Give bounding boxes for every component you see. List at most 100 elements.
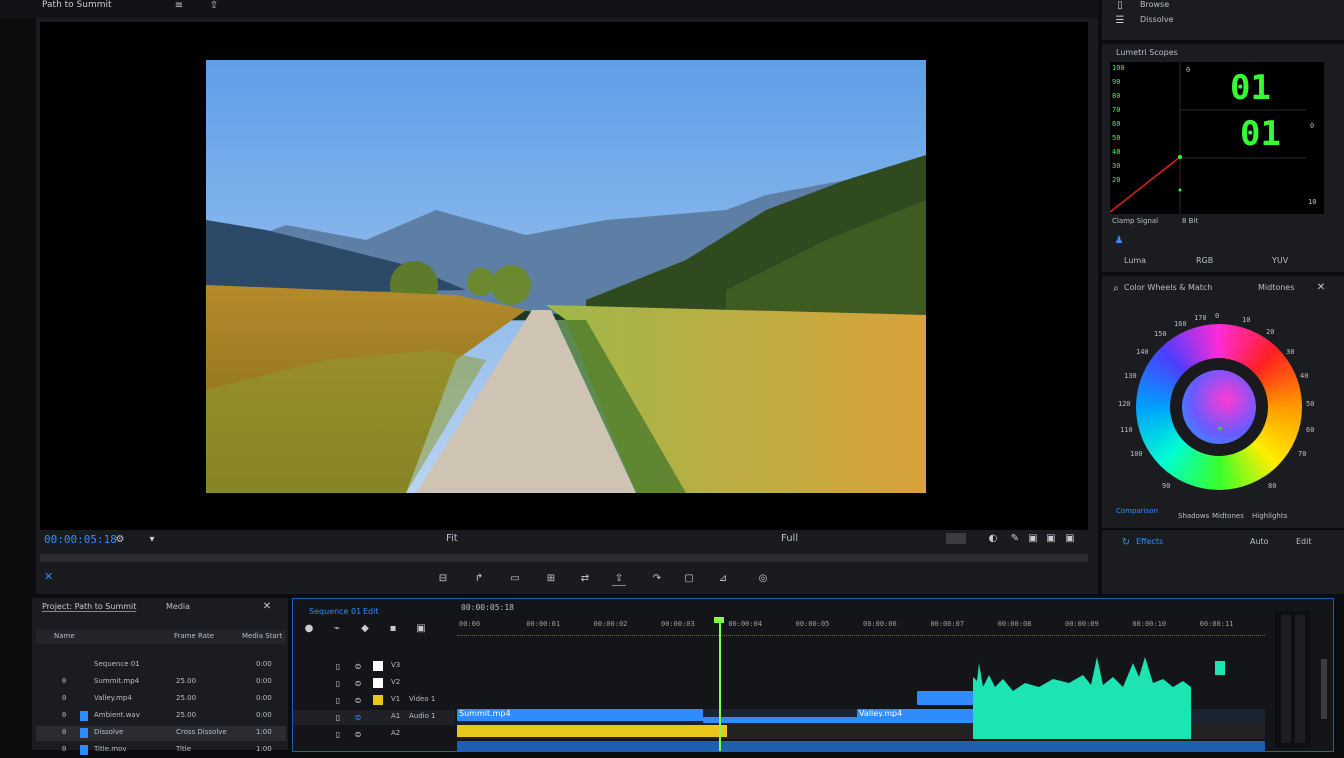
close-icon[interactable]: ✕ xyxy=(1314,280,1328,294)
clip-thumb-icon xyxy=(80,694,88,704)
playhead[interactable] xyxy=(719,619,721,751)
track-toggle-icon[interactable] xyxy=(373,729,383,739)
track-header[interactable]: ▯ ⊜ V1 Video 1 xyxy=(293,693,455,708)
sync-icon[interactable]: ⊜ xyxy=(353,677,363,689)
project-row[interactable]: Sequence 01 0:00 xyxy=(36,658,286,673)
effects-edit[interactable]: Edit xyxy=(1296,537,1312,546)
lock-icon[interactable]: ▯ xyxy=(333,711,343,723)
time-ruler[interactable]: 00:00 00:00:01 00:00:02 00:00:03 00:00:04 00:… xyxy=(457,617,1265,636)
zoom-select[interactable]: Fit xyxy=(446,533,458,544)
color-wheels-panel: ⌕ Color Wheels & Match Midtones ✕ + ✦ 0 … xyxy=(1102,276,1344,528)
ruler-label: 00:00:07 xyxy=(930,620,965,628)
track-toggle-icon[interactable] xyxy=(373,661,383,671)
scope-yuv-button[interactable]: YUV xyxy=(1272,256,1288,265)
track-header[interactable]: ▯ ⊜ V3 xyxy=(293,659,455,674)
insert-icon[interactable]: ▢ xyxy=(682,571,696,585)
track-toggle-icon[interactable] xyxy=(373,712,383,722)
sync-icon[interactable]: ⊜ xyxy=(353,711,363,723)
vr-icon[interactable]: ▣ xyxy=(1044,532,1058,544)
marker-add-icon[interactable]: ◆ xyxy=(359,623,371,634)
audio-waveform[interactable] xyxy=(973,657,1193,739)
safe-margin-toggle[interactable] xyxy=(946,533,966,544)
settings-icon[interactable]: ⚙ xyxy=(112,533,128,545)
effects-tab[interactable]: Effects xyxy=(1136,537,1163,546)
wheel-handle-icon[interactable]: ✦ xyxy=(1214,457,1222,467)
wheels-highlights[interactable]: Highlights xyxy=(1252,512,1287,520)
project-row[interactable]: 0 Summit.mp4 25.00 0:00 xyxy=(36,675,286,690)
scope-rgb-button[interactable]: RGB xyxy=(1196,256,1213,265)
multicam-icon[interactable]: ▣ xyxy=(1026,532,1040,544)
title-clip[interactable] xyxy=(917,691,973,705)
video-clip[interactable]: Summit.mp4 xyxy=(457,709,703,721)
scope-luma-button[interactable]: Luma xyxy=(1124,256,1146,265)
audio-marker[interactable] xyxy=(1215,661,1225,675)
overwrite-icon[interactable]: ⊿ xyxy=(716,571,730,585)
caption-icon[interactable]: ▪ xyxy=(387,623,399,634)
close-icon[interactable]: ✕ xyxy=(260,600,274,612)
wheels-midtones[interactable]: Midtones xyxy=(1212,512,1244,520)
effects-auto[interactable]: Auto xyxy=(1250,537,1269,546)
scope-clamp-label[interactable]: Clamp Signal xyxy=(1112,217,1158,225)
go-to-out-icon[interactable]: ↷ xyxy=(650,571,664,585)
scrub-bar[interactable] xyxy=(40,554,1088,562)
timeline-tab-sequence[interactable]: Sequence 01 xyxy=(309,607,361,616)
mark-out-icon[interactable]: ↱ xyxy=(472,571,486,585)
project-row[interactable]: 0 Valley.mp4 25.00 0:00 xyxy=(36,692,286,707)
play-icon[interactable]: ⇄ xyxy=(578,571,592,585)
track-header[interactable]: ▯ ⊜ A2 xyxy=(293,727,455,742)
scope-display: 01 01 100 90 80 70 60 50 40 30 20 0 0 10 xyxy=(1109,62,1324,214)
wheel-center[interactable] xyxy=(1182,370,1256,444)
linked-icon[interactable]: ⌁ xyxy=(331,623,343,634)
track-header[interactable]: ▯ ⊜ V2 xyxy=(293,676,455,691)
project-row[interactable]: 0 Ambient.wav 25.00 0:00 xyxy=(36,709,286,724)
track-header[interactable]: ▯ ⊜ A1 Audio 1 xyxy=(293,710,455,725)
track-toggle-icon[interactable] xyxy=(373,695,383,705)
wheel-crosshair-icon[interactable]: + xyxy=(1216,424,1224,433)
top-bar: Path to Summit ≡ ⇧ xyxy=(0,0,1098,18)
timeline-settings-icon[interactable]: ▣ xyxy=(415,623,427,634)
resolution-select[interactable]: Full xyxy=(781,533,798,544)
menu-icon[interactable]: ≡ xyxy=(172,0,186,11)
step-forward-icon[interactable]: ⇪ xyxy=(612,571,626,586)
export-frame-icon[interactable]: ◎ xyxy=(756,571,770,585)
color-wheel[interactable]: + ✦ xyxy=(1136,324,1302,490)
row-name: Ambient.wav xyxy=(94,711,140,719)
mark-in-icon[interactable]: ⊟ xyxy=(436,571,450,585)
compare-icon[interactable]: ◐ xyxy=(986,532,1000,544)
lock-icon[interactable]: ▯ xyxy=(333,677,343,689)
snap-icon[interactable]: ● xyxy=(303,623,315,634)
export-icon[interactable]: ⇧ xyxy=(207,0,221,11)
scope-bit-label[interactable]: 8 Bit xyxy=(1182,217,1198,225)
fullscreen-icon[interactable]: ▣ xyxy=(1063,532,1077,544)
scrub-playhead-icon[interactable]: ✕ xyxy=(44,570,53,583)
timeline-tab-edit[interactable]: Edit xyxy=(363,607,379,616)
lock-icon[interactable]: ▯ xyxy=(333,660,343,672)
lock-icon[interactable]: ▯ xyxy=(333,728,343,740)
go-to-in-icon[interactable]: ▭ xyxy=(508,571,522,585)
playhead-handle[interactable] xyxy=(714,617,724,623)
project-row[interactable]: 0 Title.mov Title 1:00 xyxy=(36,743,286,758)
lock-icon[interactable]: ▯ xyxy=(333,694,343,706)
right-browse-label[interactable]: Browse xyxy=(1140,0,1169,9)
wheels-mode[interactable]: Midtones xyxy=(1258,283,1294,292)
wheels-shadows[interactable]: Shadows xyxy=(1178,512,1209,520)
wheels-comparison[interactable]: Comparison xyxy=(1116,507,1158,515)
track-toggle-icon[interactable] xyxy=(373,678,383,688)
sync-icon[interactable]: ⊜ xyxy=(353,660,363,672)
project-row[interactable]: 0 Dissolve Cross Dissolve 1:00 xyxy=(36,726,286,741)
step-back-icon[interactable]: ⊞ xyxy=(544,571,558,585)
ruler-label: 00:00:11 xyxy=(1199,620,1234,628)
timeline-scrollbar[interactable] xyxy=(1321,659,1327,719)
project-tab[interactable]: Project: Path to Summit xyxy=(42,602,137,612)
scope-small-label: 10 xyxy=(1308,198,1317,206)
program-timecode[interactable]: 00:00:05:18 xyxy=(44,533,117,546)
wrench-icon[interactable]: ✎ xyxy=(1008,532,1022,544)
scopes-title: Lumetri Scopes xyxy=(1116,48,1178,57)
marker-icon[interactable]: ▾ xyxy=(144,533,160,545)
sync-icon[interactable]: ⊜ xyxy=(353,728,363,740)
sync-icon[interactable]: ⊜ xyxy=(353,694,363,706)
timeline-timecode[interactable]: 00:00:05:18 xyxy=(461,603,514,612)
scope-settings-icon[interactable]: ♟ xyxy=(1112,234,1126,246)
media-tab[interactable]: Media xyxy=(166,602,190,611)
search-icon[interactable]: ⌕ xyxy=(1110,282,1122,294)
